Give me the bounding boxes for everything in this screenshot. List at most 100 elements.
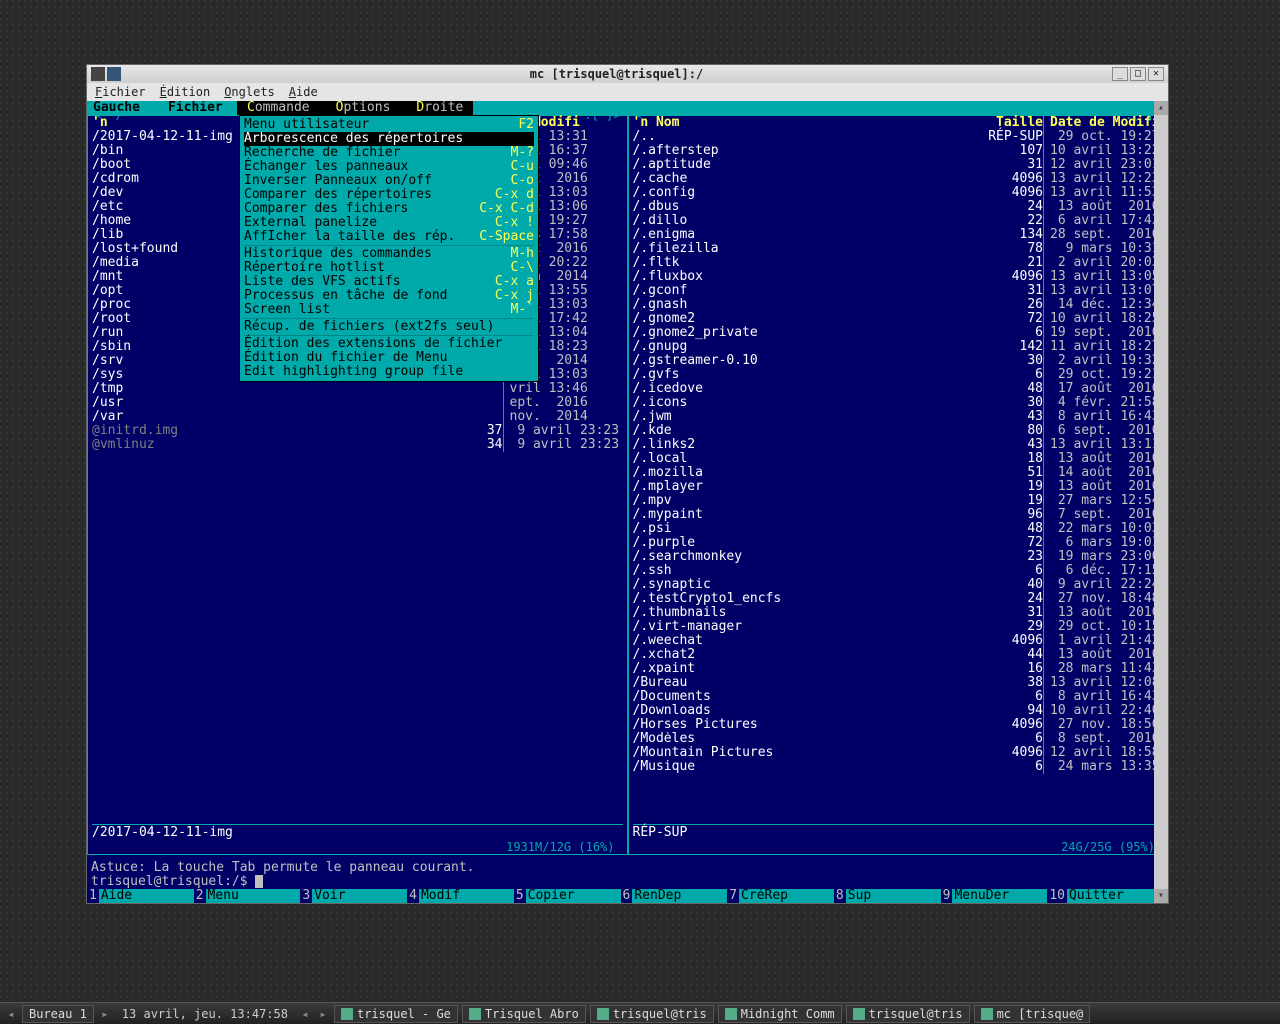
popup-item[interactable]: Comparer des fichiersC-x C-d <box>244 202 534 216</box>
popup-item[interactable]: Recherche de fichierM-? <box>244 146 534 160</box>
file-row[interactable]: /.gnupg14211 avril 18:27 <box>633 340 1164 354</box>
scrollbar[interactable]: ▴ ▾ <box>1154 101 1168 903</box>
minimize-button[interactable]: _ <box>1112 67 1128 81</box>
file-row[interactable]: /.kde80 6 sept. 2016 <box>633 424 1164 438</box>
maximize-button[interactable]: □ <box>1130 67 1146 81</box>
file-row[interactable]: /.gnome2_private619 sept. 2016 <box>633 326 1164 340</box>
popup-item[interactable]: Échanger les panneauxC-u <box>244 160 534 174</box>
popup-item[interactable]: Récup. de fichiers (ext2fs seul) <box>244 320 534 334</box>
mc-menu-right[interactable]: Droite <box>416 101 463 115</box>
file-row[interactable]: /Musique6 24 mars 13:35 <box>633 760 1164 774</box>
menu-file[interactable]: Fichier <box>95 85 146 99</box>
right-rows[interactable]: /..RÉP-SUP 29 oct. 19:27/.afterstep10710… <box>629 130 1168 774</box>
file-row[interactable]: /.gvfs6 29 oct. 19:21 <box>633 368 1164 382</box>
file-row[interactable]: /.searchmonkey23 19 mars 23:00 <box>633 550 1164 564</box>
file-row[interactable]: /Bureau3813 avril 12:08 <box>633 676 1164 690</box>
file-row[interactable]: /usrept. 2016 <box>92 396 623 410</box>
popup-item[interactable]: Inverser Panneaux on/offC-o <box>244 174 534 188</box>
popup-item[interactable]: Processus en tâche de fondC-x j <box>244 289 534 303</box>
mc-menu-file[interactable]: Fichier <box>168 101 223 115</box>
close-button[interactable]: ✕ <box>1148 67 1164 81</box>
file-row[interactable]: /.mplayer19 13 août 2016 <box>633 480 1164 494</box>
file-row[interactable]: @vmlinuz34 9 avril 23:23 <box>92 438 623 452</box>
file-row[interactable]: /.gconf3113 avril 13:07 <box>633 284 1164 298</box>
fkey-4[interactable]: 4Modif <box>407 889 514 903</box>
file-row[interactable]: /Modèles6 8 sept. 2016 <box>633 732 1164 746</box>
file-row[interactable]: /.local18 13 août 2016 <box>633 452 1164 466</box>
task-button[interactable]: Midnight Comm <box>718 1005 842 1023</box>
file-row[interactable]: /.fluxbox409613 avril 13:05 <box>633 270 1164 284</box>
panel-corner-icon[interactable]: .[^]> <box>584 108 620 122</box>
tasks-next-icon[interactable]: ▸ <box>316 1007 330 1021</box>
menu-edit[interactable]: Édition <box>160 85 211 99</box>
shell-prompt[interactable]: trisquel@trisquel:/$ <box>87 875 1154 889</box>
titlebar[interactable]: mc [trisquel@trisquel]:/ _ □ ✕ <box>87 65 1168 83</box>
file-row[interactable]: /.xchat244 13 août 2016 <box>633 648 1164 662</box>
popup-item[interactable]: External panelizeC-x ! <box>244 216 534 230</box>
popup-item[interactable]: Screen listM-` <box>244 303 534 317</box>
right-panel[interactable]: <- ~ .[^]> 'n Nom Taille Date de Modifi … <box>628 115 1169 855</box>
file-row[interactable]: /.testCrypto1_encfs24 27 nov. 18:48 <box>633 592 1164 606</box>
file-row[interactable]: /.ssh6 6 déc. 17:15 <box>633 564 1164 578</box>
file-row[interactable]: /.mypaint96 7 sept. 2016 <box>633 508 1164 522</box>
menu-help[interactable]: Aide <box>289 85 318 99</box>
file-row[interactable]: /.weechat4096 1 avril 21:42 <box>633 634 1164 648</box>
file-row[interactable]: /.synaptic40 9 avril 22:24 <box>633 578 1164 592</box>
fkey-10[interactable]: 10Quitter <box>1047 889 1154 903</box>
file-row[interactable]: /.gnash26 14 déc. 12:34 <box>633 298 1164 312</box>
file-row[interactable]: /.thumbnails31 13 août 2016 <box>633 606 1164 620</box>
file-row[interactable]: /.icedove48 17 août 2016 <box>633 382 1164 396</box>
file-row[interactable]: /..RÉP-SUP 29 oct. 19:27 <box>633 130 1164 144</box>
fkey-1[interactable]: 1Aide <box>87 889 194 903</box>
file-row[interactable]: /.icons30 4 févr. 21:58 <box>633 396 1164 410</box>
task-button[interactable]: trisquel - Ge <box>334 1005 458 1023</box>
task-button[interactable]: mc [trisque@ <box>974 1005 1091 1023</box>
mc-menu-command[interactable]: Commande <box>247 101 310 115</box>
popup-item[interactable]: Menu utilisateurF2 <box>244 118 534 132</box>
file-row[interactable]: /.xpaint16 28 mars 11:43 <box>633 662 1164 676</box>
file-row[interactable]: /.gstreamer-0.1030 2 avril 19:32 <box>633 354 1164 368</box>
mc-menu-options[interactable]: Options <box>336 101 391 115</box>
fkey-9[interactable]: 9MenuDer <box>941 889 1048 903</box>
file-row[interactable]: /.mozilla51 14 août 2016 <box>633 466 1164 480</box>
menu-tabs[interactable]: Onglets <box>224 85 275 99</box>
popup-item[interactable]: Comparer des répertoiresC-x d <box>244 188 534 202</box>
file-row[interactable]: /.jwm43 8 avril 16:43 <box>633 410 1164 424</box>
fkey-3[interactable]: 3Voir <box>300 889 407 903</box>
fkey-8[interactable]: 8Sup <box>834 889 941 903</box>
scroll-up-icon[interactable]: ▴ <box>1154 101 1168 115</box>
desktop-switcher[interactable]: Bureau 1 <box>22 1005 94 1023</box>
task-button[interactable]: trisquel@tris <box>846 1005 970 1023</box>
file-row[interactable]: /.dillo22 6 avril 17:43 <box>633 214 1164 228</box>
file-row[interactable]: /.afterstep10710 avril 13:22 <box>633 144 1164 158</box>
file-row[interactable]: /.purple72 6 mars 19:01 <box>633 536 1164 550</box>
file-row[interactable]: /tmpvril 13:46 <box>92 382 623 396</box>
file-row[interactable]: /.virt-manager29 29 oct. 10:15 <box>633 620 1164 634</box>
popup-item[interactable]: Historique des commandesM-h <box>244 247 534 261</box>
taskbar-prev-icon[interactable]: ◂ <box>4 1007 18 1021</box>
file-row[interactable]: /.dbus24 13 août 2016 <box>633 200 1164 214</box>
file-row[interactable]: /.cache409613 avril 12:23 <box>633 172 1164 186</box>
file-row[interactable]: /.enigma13428 sept. 2016 <box>633 228 1164 242</box>
file-row[interactable]: /.fltk21 2 avril 20:03 <box>633 256 1164 270</box>
file-row[interactable]: @initrd.img37 9 avril 23:23 <box>92 424 623 438</box>
sysmenu-icon[interactable] <box>91 67 105 81</box>
popup-item[interactable]: Édition des extensions de fichier <box>244 337 534 351</box>
file-row[interactable]: /.config409613 avril 11:53 <box>633 186 1164 200</box>
file-row[interactable]: /Horses Pictures4096 27 nov. 18:56 <box>633 718 1164 732</box>
fkey-6[interactable]: 6RenDep <box>621 889 728 903</box>
popup-item[interactable]: Édition du fichier de Menu <box>244 351 534 365</box>
file-row[interactable]: /Mountain Pictures409612 avril 18:58 <box>633 746 1164 760</box>
popup-item[interactable]: Liste des VFS actifsC-x a <box>244 275 534 289</box>
file-row[interactable]: /.gnome27210 avril 18:25 <box>633 312 1164 326</box>
task-button[interactable]: Trisquel Abro <box>462 1005 586 1023</box>
popup-item[interactable]: AffIcher la taille des rép.C-Space <box>244 230 534 244</box>
popup-item[interactable]: Arborescence des répertoires <box>244 132 534 146</box>
file-row[interactable]: /.links24313 avril 13:11 <box>633 438 1164 452</box>
file-row[interactable]: /Documents6 8 avril 16:43 <box>633 690 1164 704</box>
fkey-7[interactable]: 7CréRep <box>727 889 834 903</box>
fkey-5[interactable]: 5Copier <box>514 889 621 903</box>
taskbar-next-icon[interactable]: ▸ <box>98 1007 112 1021</box>
task-button[interactable]: trisquel@tris <box>590 1005 714 1023</box>
file-row[interactable]: /.psi48 22 mars 10:03 <box>633 522 1164 536</box>
